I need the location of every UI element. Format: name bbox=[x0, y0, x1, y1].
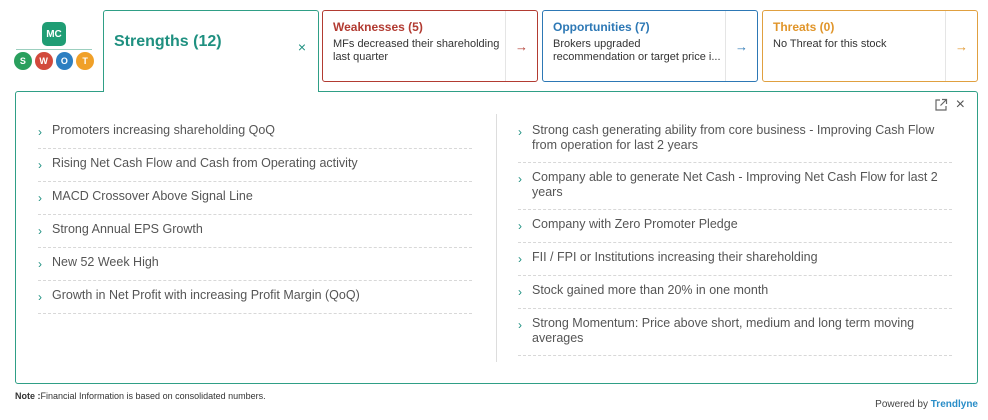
list-item[interactable]: › Company with Zero Promoter Pledge bbox=[518, 210, 952, 243]
swot-letter-w: W bbox=[34, 52, 53, 70]
threats-summary: No Threat for this stock bbox=[773, 38, 887, 50]
chevron-right-icon: › bbox=[38, 125, 42, 139]
swot-letter-t: T bbox=[76, 52, 94, 70]
opportunities-title: Opportunities (7) bbox=[553, 20, 650, 34]
chevron-right-icon: › bbox=[38, 191, 42, 205]
chevron-right-icon: › bbox=[38, 158, 42, 172]
list-item[interactable]: › New 52 Week High bbox=[38, 248, 472, 281]
arrow-right-icon: → bbox=[735, 38, 748, 54]
tab-strengths[interactable]: Strengths (12) × bbox=[103, 10, 319, 92]
list-item[interactable]: › Stock gained more than 20% in one month bbox=[518, 276, 952, 309]
note-text: Financial Information is based on consol… bbox=[40, 391, 266, 401]
threats-title: Threats (0) bbox=[773, 20, 835, 34]
opportunities-arrow-button[interactable]: → bbox=[725, 11, 757, 81]
strengths-list-right: › Strong cash generating ability from cor… bbox=[518, 116, 952, 356]
note-label: Note : bbox=[15, 391, 41, 401]
list-item[interactable]: › FII / FPI or Institutions increasing th… bbox=[518, 243, 952, 276]
column-divider bbox=[496, 114, 497, 362]
strengths-panel: × › Promoters increasing shareholding QoQ… bbox=[15, 91, 978, 384]
swot-widget: MC S W O T Strengths (12) × Weaknesses (… bbox=[0, 0, 988, 420]
chevron-right-icon: › bbox=[38, 257, 42, 271]
list-item[interactable]: › Strong Annual EPS Growth bbox=[38, 215, 472, 248]
chevron-right-icon: › bbox=[518, 125, 522, 139]
strengths-close-icon[interactable]: × bbox=[298, 39, 306, 55]
chevron-right-icon: › bbox=[518, 285, 522, 299]
panel-close-icon[interactable]: × bbox=[956, 97, 965, 113]
list-item[interactable]: › Company able to generate Net Cash - Imp… bbox=[518, 163, 952, 210]
list-item[interactable]: › MACD Crossover Above Signal Line bbox=[38, 182, 472, 215]
list-item[interactable]: › Strong cash generating ability from cor… bbox=[518, 116, 952, 163]
swot-letter-s: S bbox=[14, 52, 32, 70]
tab-weaknesses[interactable]: Weaknesses (5) MFs decreased their share… bbox=[322, 10, 538, 82]
panel-actions: × bbox=[934, 97, 965, 113]
strengths-title: Strengths (12) bbox=[114, 33, 222, 50]
swot-letter-o: O bbox=[55, 52, 74, 70]
chevron-right-icon: › bbox=[518, 172, 522, 186]
opportunities-summary: Brokers upgraded recommendation or targe… bbox=[553, 38, 721, 63]
footer-note: Note :Financial Information is based on … bbox=[15, 391, 266, 401]
powered-by-label: Powered by bbox=[875, 399, 928, 410]
mc-swot-logo: MC S W O T bbox=[14, 18, 94, 76]
list-item[interactable]: › Growth in Net Profit with increasing Pr… bbox=[38, 281, 472, 314]
chevron-right-icon: › bbox=[518, 318, 522, 332]
list-item[interactable]: › Rising Net Cash Flow and Cash from Oper… bbox=[38, 149, 472, 182]
arrow-right-icon: → bbox=[955, 38, 968, 54]
powered-by: Powered by Trendlyne bbox=[875, 399, 978, 410]
chevron-right-icon: › bbox=[38, 224, 42, 238]
weaknesses-summary: MFs decreased their shareholding last qu… bbox=[333, 38, 500, 63]
mc-badge: MC bbox=[42, 22, 66, 46]
swot-letters: S W O T bbox=[14, 52, 94, 70]
chevron-right-icon: › bbox=[518, 219, 522, 233]
tab-threats[interactable]: Threats (0) No Threat for this stock → bbox=[762, 10, 978, 82]
popout-icon[interactable] bbox=[934, 98, 948, 112]
trendlyne-link[interactable]: Trendlyne bbox=[931, 399, 978, 410]
threats-arrow-button[interactable]: → bbox=[945, 11, 977, 81]
arrow-right-icon: → bbox=[515, 38, 528, 54]
strengths-list-left: › Promoters increasing shareholding QoQ ›… bbox=[38, 116, 472, 314]
chevron-right-icon: › bbox=[38, 290, 42, 304]
list-item[interactable]: › Promoters increasing shareholding QoQ bbox=[38, 116, 472, 149]
logo-divider bbox=[16, 49, 92, 50]
chevron-right-icon: › bbox=[518, 252, 522, 266]
tab-opportunities[interactable]: Opportunities (7) Brokers upgraded recom… bbox=[542, 10, 758, 82]
weaknesses-title: Weaknesses (5) bbox=[333, 20, 423, 34]
weaknesses-arrow-button[interactable]: → bbox=[505, 11, 537, 81]
list-item[interactable]: › Strong Momentum: Price above short, med… bbox=[518, 309, 952, 356]
